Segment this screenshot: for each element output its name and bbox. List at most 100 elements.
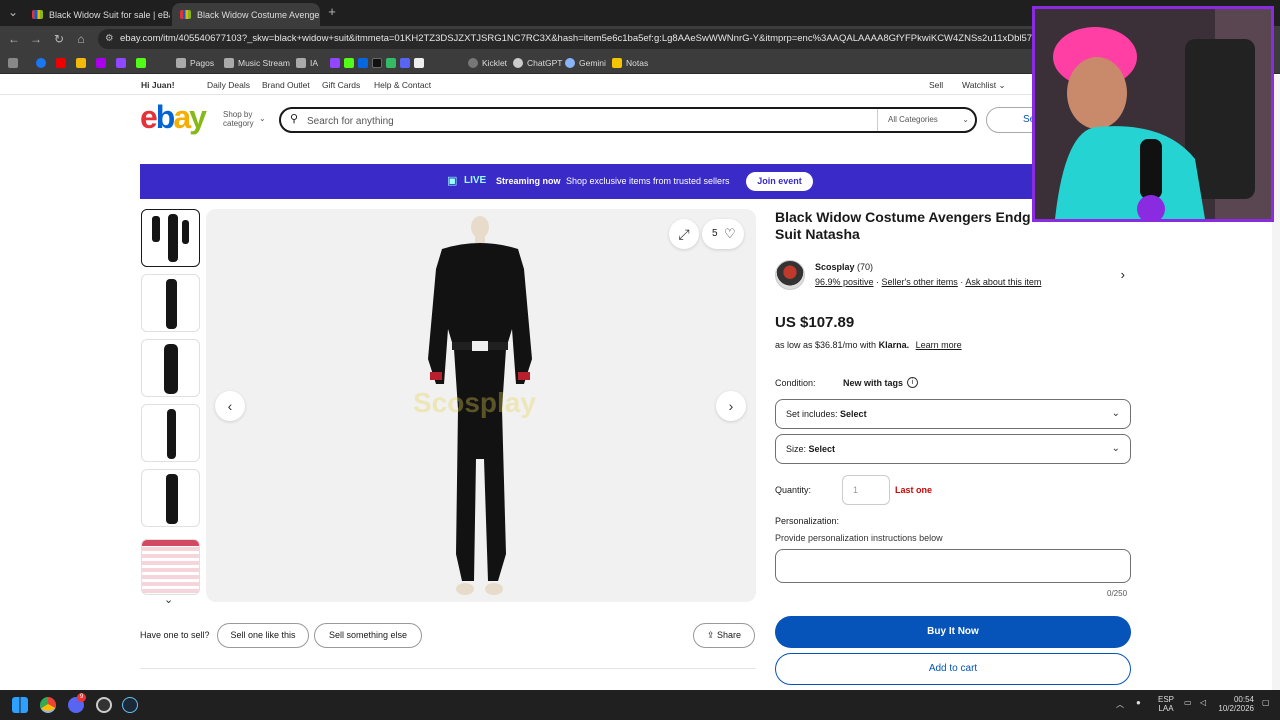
seller-name[interactable]: Scosplay [815,262,855,272]
help-contact-link[interactable]: Help & Contact [374,80,431,90]
reload-icon[interactable]: ↻ [52,32,66,46]
back-icon[interactable]: ← [7,32,21,46]
learn-more-link[interactable]: Learn more [916,340,962,350]
thumbnail-2[interactable] [141,274,200,332]
kicklet-icon [468,58,478,68]
apps-icon[interactable] [8,57,18,69]
chevron-right-icon[interactable]: › [1121,267,1125,282]
tab-ebay-search[interactable]: Black Widow Suit for sale | eBay ✕ [24,3,170,26]
join-event-button[interactable]: Join event [746,172,813,191]
thumbnail-5[interactable] [141,469,200,527]
info-icon[interactable]: i [907,377,918,388]
seller-other-items-link[interactable]: Seller's other items [882,277,958,287]
live-icon: ▣ [447,175,458,187]
network-icon[interactable]: ▭ [1184,698,1192,707]
notifications-icon[interactable]: ▢ [1262,698,1270,707]
brand-outlet-link[interactable]: Brand Outlet [262,80,310,90]
folder-icon [296,58,306,68]
chevron-down-icon: ⌄ [259,114,266,123]
thumbnail-4[interactable] [141,404,200,462]
watch-button[interactable]: 5 ♡ [702,219,744,249]
thumbnail-3[interactable] [141,339,200,397]
bookmark-pagos[interactable]: Pagos [176,57,214,69]
home-icon[interactable]: ⌂ [74,32,88,46]
thumbnail-1[interactable] [141,209,200,267]
new-tab-icon[interactable]: + [325,5,339,19]
sell-one-like-this-button[interactable]: Sell one like this [217,623,309,648]
costume-thumb-image [182,220,189,244]
have-one-to-sell-label: Have one to sell? [140,630,210,640]
daily-deals-link[interactable]: Daily Deals [207,80,250,90]
buy-it-now-button[interactable]: Buy It Now [775,616,1131,648]
live-label: LIVE [464,175,487,186]
windows-start-icon[interactable] [12,697,28,713]
sell-link[interactable]: Sell [929,80,943,90]
seller-avatar[interactable] [775,260,805,290]
seller-positive[interactable]: 96.9% positive [815,277,874,287]
tray-up-icon[interactable]: ︿ [1116,699,1124,710]
chrome-icon[interactable] [40,697,56,713]
condition-label: Condition: [775,378,816,388]
twitch-icon[interactable] [116,57,126,69]
shop-by-category-button[interactable]: Shop by category ⌄ [223,110,266,128]
folder-icon [224,58,234,68]
binance-icon[interactable] [76,57,86,69]
notification-badge: 9 [77,693,86,702]
personalization-field[interactable] [775,549,1131,583]
main-product-image[interactable]: Scosplay ⤢ 5 ♡ ‹ › [206,209,756,602]
volume-icon[interactable]: ◁ [1200,698,1206,707]
tab-search-icon[interactable]: ⌄ [6,5,20,19]
bookmark-music-stream[interactable]: Music Stream [224,57,290,69]
app-icon[interactable] [96,57,106,69]
last-one-label: Last one [895,485,933,495]
category-select[interactable]: All Categories ⌄ [877,109,975,131]
thumb-scroll-down-icon[interactable]: ⌄ [164,593,173,606]
bookmark-chatgpt[interactable]: ChatGPT [513,57,562,69]
site-info-icon[interactable]: ⚙ [105,29,114,49]
sell-something-else-button[interactable]: Sell something else [314,623,422,648]
thumbnail-size-chart[interactable] [141,539,200,595]
live-event-banner[interactable]: ▣ LIVE Streaming now Shop exclusive item… [140,164,1040,199]
next-image-icon[interactable]: › [716,391,746,421]
greeting[interactable]: Hi Juan! [141,80,175,90]
gift-cards-link[interactable]: Gift Cards [322,80,360,90]
share-icon: ⇪ [706,630,715,640]
chevron-down-icon: ⌄ [1111,443,1120,454]
share-button[interactable]: ⇪ Share [693,623,755,648]
quantity-input[interactable]: 1 [842,475,890,505]
discord-icon[interactable]: 9 [68,693,86,713]
microphone-icon[interactable]: ● [1136,698,1141,707]
bookmark-ia[interactable]: IA [296,57,318,69]
youtube-icon[interactable] [56,57,66,69]
facebook-icon[interactable] [36,57,46,69]
item-price: US $107.89 [775,314,855,331]
tab-title: Black Widow Suit for sale | eBay [49,9,170,20]
streaming-now-label: Streaming now [496,176,561,186]
expand-icon[interactable]: ⤢ [669,219,699,249]
language-indicator[interactable]: ESP LAA [1158,695,1174,713]
bookmark-gemini[interactable]: Gemini [565,57,606,69]
seller-feedback-count[interactable]: (70) [857,262,873,272]
clock[interactable]: 00:54 10/2/2026 [1218,695,1254,713]
watchlist-link[interactable]: Watchlist ⌄ [962,80,1006,91]
ask-about-item-link[interactable]: Ask about this item [965,277,1041,287]
tab-ebay-item[interactable]: Black Widow Costume Avenge ✕ [172,3,320,26]
bookmark-icons-group[interactable] [330,57,424,69]
costume-thumb-image [166,279,177,329]
bookmark-notas[interactable]: Notas [612,57,648,69]
ebay-logo[interactable]: ebay [140,100,207,134]
size-select[interactable]: Size: Select ⌄ [775,434,1131,464]
kick-icon[interactable] [136,57,146,69]
add-to-cart-button[interactable]: Add to cart [775,653,1131,685]
steam-icon[interactable] [122,697,138,713]
obs-icon[interactable] [96,697,112,713]
chevron-down-icon: ⌄ [1111,408,1120,419]
previous-image-icon[interactable]: ‹ [215,391,245,421]
ebay-favicon-icon [32,10,43,19]
seller-card[interactable]: Scosplay (70) 96.9% positive · Seller's … [775,258,1131,294]
bookmark-kicklet[interactable]: Kicklet [468,57,507,69]
url-text: ebay.com/itm/405540677103?_skw=black+wid… [120,33,1142,44]
set-includes-select[interactable]: Set includes: Select ⌄ [775,399,1131,429]
forward-icon[interactable]: → [29,32,43,46]
search-input[interactable] [307,113,867,129]
